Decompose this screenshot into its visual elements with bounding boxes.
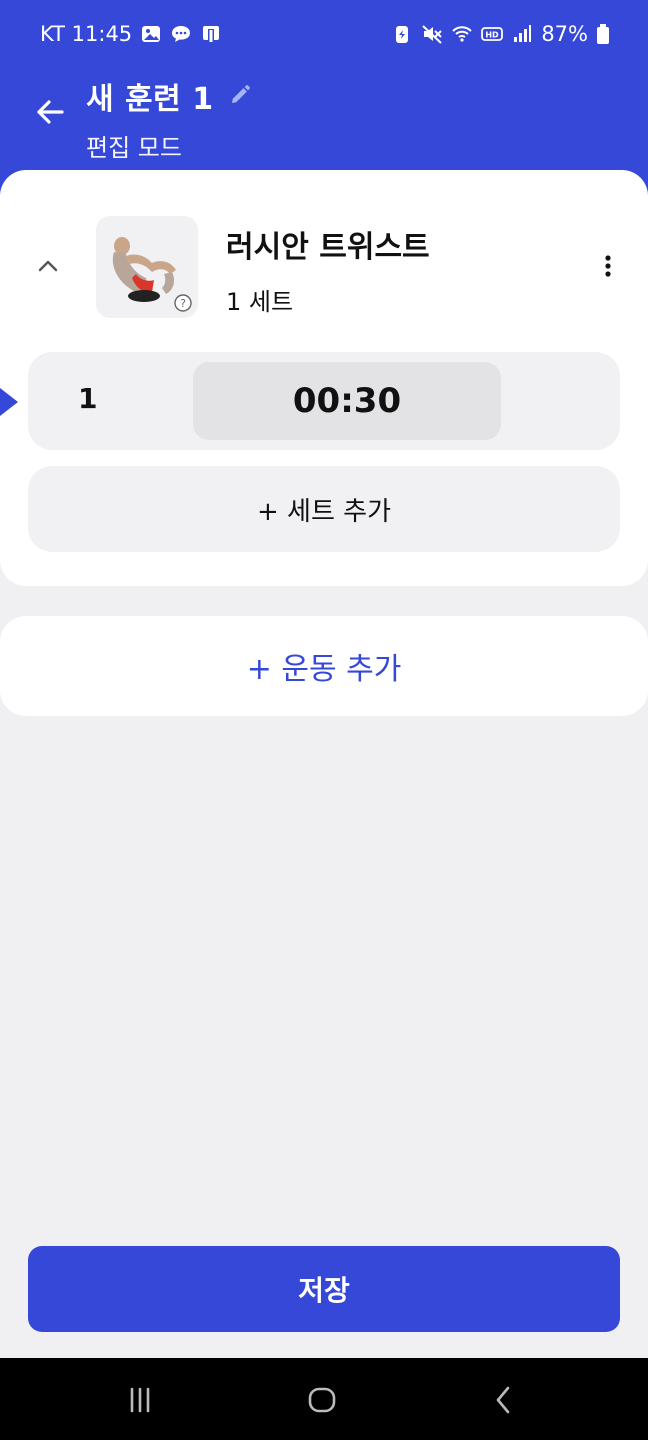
- home-button[interactable]: [302, 1380, 342, 1420]
- signal-icon: [511, 23, 533, 45]
- battery-percent: 87%: [541, 22, 588, 46]
- add-set-button[interactable]: + 세트 추가: [28, 466, 620, 552]
- system-navigation-bar: [0, 1358, 648, 1440]
- current-set-indicator-icon: [0, 388, 18, 416]
- add-exercise-label: + 운동 추가: [246, 652, 402, 687]
- battery-saver-icon: [391, 23, 413, 45]
- back-button[interactable]: [28, 90, 72, 134]
- hd-icon: HD: [481, 23, 504, 45]
- svg-text:HD: HD: [486, 31, 500, 40]
- exercise-set-count: 1 세트: [226, 288, 294, 316]
- title-area: 새 훈련 1 편집 모드: [86, 74, 254, 163]
- set-number: 1: [78, 382, 98, 415]
- save-label: 저장: [298, 1274, 350, 1307]
- chevron-up-icon: [38, 260, 58, 272]
- set-row: 1 00:30: [28, 352, 620, 450]
- app-icon: [200, 23, 222, 45]
- svg-text:?: ?: [180, 297, 186, 310]
- status-bar: KT 11:45 HD 87%: [0, 0, 648, 72]
- page-title: 새 훈련 1: [86, 82, 214, 117]
- wifi-icon: [451, 23, 473, 45]
- mute-icon: [421, 23, 443, 45]
- add-set-label: + 세트 추가: [257, 496, 391, 527]
- add-exercise-button[interactable]: + 운동 추가: [0, 616, 648, 716]
- set-time-value: 00:30: [292, 381, 402, 421]
- screen: KT 11:45 HD 87% 새 훈련 1 편집 모드 ? 러시안 트위스트 …: [0, 0, 648, 1440]
- pencil-icon[interactable]: [228, 83, 254, 109]
- status-right: HD 87%: [391, 22, 610, 46]
- status-left: KT 11:45: [40, 22, 222, 46]
- exercise-thumbnail[interactable]: ?: [96, 216, 198, 318]
- carrier-time: KT 11:45: [40, 22, 133, 46]
- back-chevron-icon: [496, 1386, 510, 1414]
- arrow-left-icon: [37, 100, 64, 124]
- mode-subtitle: 편집 모드: [86, 134, 182, 162]
- battery-icon: [596, 23, 610, 45]
- collapse-button[interactable]: [30, 248, 66, 284]
- recent-apps-icon: [130, 1387, 150, 1413]
- title-row: 새 훈련 1: [86, 74, 254, 118]
- more-vertical-icon: [605, 255, 611, 277]
- exercise-card: ? 러시안 트위스트 1 세트 1 00:30 + 세트 추가: [0, 170, 648, 586]
- chat-icon: [170, 23, 192, 45]
- gallery-icon: [140, 23, 162, 45]
- exercise-name: 러시안 트위스트: [226, 230, 430, 265]
- save-button[interactable]: 저장: [28, 1246, 620, 1332]
- home-icon: [308, 1387, 336, 1413]
- system-back-button[interactable]: [484, 1380, 524, 1420]
- more-options-button[interactable]: [592, 248, 624, 284]
- recent-apps-button[interactable]: [120, 1380, 160, 1420]
- set-time-field[interactable]: 00:30: [193, 362, 501, 440]
- help-icon[interactable]: ?: [174, 294, 192, 312]
